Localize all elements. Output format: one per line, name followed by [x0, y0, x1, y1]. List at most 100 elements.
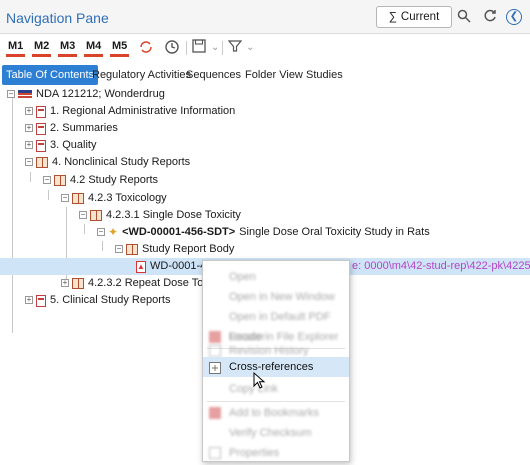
- collapse-toggle-icon[interactable]: −: [97, 228, 105, 236]
- tree-label: 4.2.3 Toxicology: [88, 192, 167, 204]
- book-icon: [72, 193, 84, 204]
- bookmark-icon: [209, 407, 221, 419]
- book-icon: [72, 278, 84, 289]
- menu-divider: [207, 401, 345, 402]
- tree-node-module-2: 2. Summaries: [36, 120, 118, 137]
- collapse-toggle-icon[interactable]: −: [25, 158, 33, 166]
- tree-node-module-1: 1. Regional Administrative Information: [36, 103, 235, 120]
- tree-row-4-2[interactable]: − 4.2 Study Reports: [0, 172, 530, 189]
- expand-toggle-icon[interactable]: +: [25, 296, 33, 304]
- tree-label: 4.2.3.1 Single Dose Toxicity: [106, 209, 241, 221]
- tab-regulatory-activities[interactable]: Regulatory Activities: [88, 65, 195, 85]
- collapse-toggle-icon[interactable]: −: [43, 176, 51, 184]
- refresh-icon[interactable]: [482, 9, 498, 25]
- menu-item-open-default-reader[interactable]: Open in Default PDF Reader: [203, 307, 349, 343]
- chevron-down-icon[interactable]: ⌄: [211, 39, 219, 57]
- tree-label: 5. Clinical Study Reports: [50, 294, 171, 306]
- tab-studies[interactable]: Studies: [302, 65, 347, 85]
- tree-node-report-body: Study Report Body: [126, 241, 234, 258]
- tree-node-4-2: 4.2 Study Reports: [54, 172, 158, 189]
- filter-icon[interactable]: [227, 39, 243, 57]
- document-icon: [36, 139, 46, 152]
- collapse-icon[interactable]: ❮: [506, 9, 522, 25]
- tree-node-4-2-3-1: 4.2.3.1 Single Dose Toxicity: [90, 207, 241, 224]
- menu-item-add-bookmarks[interactable]: Add to Bookmarks: [203, 403, 349, 423]
- tree-row-module-3[interactable]: + 3. Quality: [0, 137, 530, 154]
- tree-row-report-body[interactable]: − Study Report Body: [0, 241, 530, 258]
- book-icon: [36, 157, 48, 168]
- module-m1-button[interactable]: M1: [6, 39, 26, 57]
- toolbar: M1 M2 M3 M4 M5 ⌄ ⌄: [0, 34, 530, 62]
- save-icon[interactable]: [192, 39, 206, 57]
- study-title: Single Dose Oral Toxicity Study in Rats: [239, 226, 430, 238]
- expand-toggle-icon[interactable]: +: [25, 124, 33, 132]
- document-icon: [36, 122, 46, 135]
- expand-toggle-icon[interactable]: +: [25, 107, 33, 115]
- document-icon: [36, 105, 46, 118]
- collapse-toggle-icon[interactable]: −: [115, 245, 123, 253]
- sigma-icon: ∑: [388, 11, 397, 23]
- tree-row-module-1[interactable]: + 1. Regional Administrative Information: [0, 103, 530, 120]
- menu-item-open-new-window[interactable]: Open in New Window: [203, 287, 349, 307]
- toolbar-divider: [222, 41, 223, 55]
- tab-bar: Table Of Contents Regulatory Activities …: [0, 62, 530, 86]
- search-icon[interactable]: [456, 9, 472, 25]
- tree-node-module-5: 5. Clinical Study Reports: [36, 292, 170, 309]
- expand-toggle-icon[interactable]: +: [25, 141, 33, 149]
- menu-item-label: Cross-references: [229, 361, 314, 373]
- current-label: Current: [400, 11, 440, 23]
- tree-label: NDA 121212; Wonderdrug: [36, 88, 165, 100]
- history-icon[interactable]: [164, 39, 180, 57]
- book-icon: [54, 175, 66, 186]
- tree-node-4-2-3: 4.2.3 Toxicology: [72, 190, 167, 207]
- tree-label: 2. Summaries: [50, 122, 118, 134]
- menu-item-open[interactable]: Open: [203, 267, 349, 287]
- chevron-down-icon[interactable]: ⌄: [246, 39, 254, 57]
- menu-item-properties[interactable]: Properties: [203, 443, 349, 463]
- tree-row-4-2-3[interactable]: − 4.2.3 Toxicology: [0, 190, 530, 207]
- tab-folder-view[interactable]: Folder View: [241, 65, 307, 85]
- toolbar-divider: [186, 41, 187, 55]
- module-m4-button[interactable]: M4: [84, 39, 104, 57]
- tree-row-module-4[interactable]: − 4. Nonclinical Study Reports: [0, 154, 530, 171]
- tree-node-module-4: 4. Nonclinical Study Reports: [36, 154, 190, 171]
- tree-node-module-3: 3. Quality: [36, 137, 96, 154]
- history-icon: [209, 345, 221, 357]
- menu-item-copy-link[interactable]: Copy Link: [203, 379, 349, 399]
- menu-item-cross-references[interactable]: Cross-references: [203, 357, 349, 377]
- module-m2-button[interactable]: M2: [32, 39, 52, 57]
- star-icon: ✦: [108, 225, 119, 239]
- module-m5-button[interactable]: M5: [110, 39, 130, 57]
- tree-label: 4. Nonclinical Study Reports: [52, 156, 191, 168]
- expand-toggle-icon[interactable]: +: [61, 279, 69, 287]
- tree-row-root[interactable]: − NDA 121212; Wonderdrug: [0, 86, 530, 103]
- collapse-toggle-icon[interactable]: −: [7, 90, 15, 98]
- mouse-cursor-icon: [253, 371, 267, 395]
- tree-node-study: ✦ <WD-00001-456-SDT> Single Dose Oral To…: [108, 224, 430, 241]
- module-m3-button[interactable]: M3: [58, 39, 78, 57]
- collapse-toggle-icon[interactable]: −: [79, 211, 87, 219]
- sync-icon[interactable]: [138, 39, 154, 57]
- menu-item-verify-checksum[interactable]: Verify Checksum: [203, 423, 349, 443]
- pdf-icon: ▲: [136, 260, 146, 273]
- tab-sequences[interactable]: Sequences: [182, 65, 245, 85]
- tree-node-4-2-3-2: 4.2.3.2 Repeat Dose Toxici: [72, 275, 219, 292]
- properties-icon: [209, 447, 221, 459]
- tree-label: 4.2 Study Reports: [70, 174, 159, 186]
- book-icon: [90, 210, 102, 221]
- tree-row-study[interactable]: − ✦ <WD-00001-456-SDT> Single Dose Oral …: [0, 224, 530, 241]
- tree-label: 1. Regional Administrative Information: [50, 105, 236, 117]
- tree-row-4-2-3-1[interactable]: − 4.2.3.1 Single Dose Toxicity: [0, 207, 530, 224]
- collapse-toggle-icon[interactable]: −: [61, 194, 69, 202]
- tree-node-root: NDA 121212; Wonderdrug: [18, 86, 165, 103]
- cross-reference-icon: [209, 361, 221, 374]
- book-icon: [126, 244, 138, 255]
- current-button[interactable]: ∑ Current: [376, 6, 452, 28]
- tree-label: 3. Quality: [50, 139, 97, 151]
- title-bar: Navigation Pane ∑ Current ❮: [0, 0, 530, 34]
- us-flag-icon: [18, 90, 32, 99]
- file-path: e: 0000\m4\42-stud-rep\422-pk\4225-exc: [352, 260, 530, 272]
- tree-row-module-2[interactable]: + 2. Summaries: [0, 120, 530, 137]
- tab-table-of-contents[interactable]: Table Of Contents: [2, 65, 99, 85]
- tree-label: Study Report Body: [142, 243, 235, 255]
